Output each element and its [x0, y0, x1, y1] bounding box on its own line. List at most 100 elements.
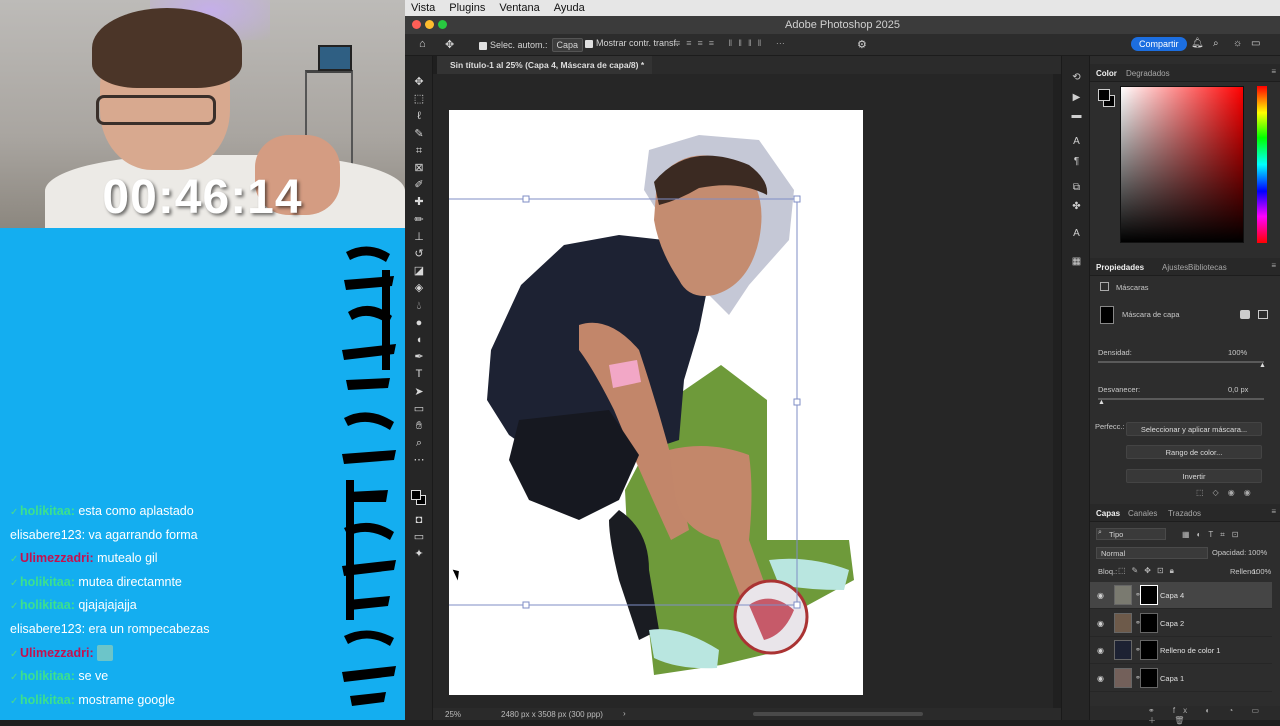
rectangle-tool-icon[interactable]: ▭: [413, 403, 425, 415]
layer-name[interactable]: Capa 2: [1160, 619, 1184, 628]
chat-username[interactable]: holikitaa:: [20, 598, 75, 612]
layer-filter-icons[interactable]: ▦◐T⌗⊡: [1182, 530, 1272, 540]
tab-channels[interactable]: Canales: [1128, 509, 1157, 518]
layer-row[interactable]: ◉ ⚭ Capa 4: [1090, 582, 1272, 609]
layer-name[interactable]: Capa 4: [1160, 591, 1184, 600]
show-transform-checkbox[interactable]: [585, 39, 593, 48]
canvas-scrollbar-horizontal[interactable]: [753, 712, 923, 716]
history-brush-tool-icon[interactable]: ↺: [413, 248, 425, 260]
screen-mode-icon[interactable]: ▭: [413, 531, 425, 543]
chat-username[interactable]: Ulimezzadri:: [20, 551, 94, 565]
tab-properties[interactable]: Propiedades: [1096, 263, 1144, 272]
healing-brush-tool-icon[interactable]: ✚: [413, 196, 425, 208]
toolbar-foreground-color[interactable]: [411, 490, 421, 500]
crop-tool-icon[interactable]: ⌗: [413, 145, 425, 157]
panel-menu-icon[interactable]: ≡: [1271, 67, 1276, 76]
history-panel-icon[interactable]: ⟲: [1071, 72, 1082, 83]
layer-mask-thumbnail[interactable]: [1140, 585, 1158, 605]
panel-menu-icon[interactable]: ≡: [1271, 507, 1276, 516]
clone-stamp-tool-icon[interactable]: ⊥: [413, 231, 425, 243]
feather-value[interactable]: 0,0 px: [1228, 385, 1248, 394]
tab-gradients[interactable]: Degradados: [1126, 69, 1170, 78]
tab-adjustments[interactable]: Ajustes: [1162, 263, 1188, 272]
layers-bottom-toolbar[interactable]: ⚭ fx ◐ ◔ ▭ ＋ 🗑︎: [1090, 706, 1280, 725]
pen-tool-icon[interactable]: ✒: [413, 351, 425, 363]
chat-username[interactable]: elisabere123:: [10, 528, 85, 542]
dodge-burn-tool-icon[interactable]: ◖: [413, 334, 425, 346]
lasso-tool-icon[interactable]: ℓ: [413, 110, 425, 122]
menu-vista[interactable]: Vista: [405, 0, 443, 14]
hand-tool-icon[interactable]: ✋︎: [413, 420, 425, 432]
color-picker-field[interactable]: [1120, 86, 1244, 243]
workspace-icon[interactable]: ▭: [1251, 38, 1260, 49]
auto-select-dropdown[interactable]: Capa: [551, 38, 584, 52]
comments-panel-icon[interactable]: ▬: [1071, 110, 1082, 121]
share-button[interactable]: Compartir: [1131, 37, 1187, 51]
lightbulb-icon[interactable]: ☼: [1233, 38, 1242, 49]
more-tools-icon[interactable]: ⋯: [413, 454, 425, 466]
fill-value[interactable]: 100%: [1252, 567, 1271, 576]
density-slider[interactable]: [1098, 361, 1264, 363]
home-icon[interactable]: ⌂: [419, 38, 426, 50]
canvas-scrollbar-vertical[interactable]: [1053, 74, 1061, 708]
panel-menu-icon[interactable]: ≡: [1271, 261, 1276, 270]
auto-select-checkbox[interactable]: [479, 41, 487, 50]
invert-button[interactable]: Invertir: [1126, 469, 1262, 483]
tab-color[interactable]: Color: [1096, 69, 1117, 78]
chat-username[interactable]: holikitaa:: [20, 575, 75, 589]
dodge-tool-icon[interactable]: ●: [413, 317, 425, 329]
menu-ayuda[interactable]: Ayuda: [548, 0, 593, 14]
chat-username[interactable]: holikitaa:: [20, 669, 75, 683]
foreground-color-swatch[interactable]: [1098, 89, 1110, 101]
tab-libraries[interactable]: Bibliotecas: [1188, 263, 1227, 272]
feather-slider-thumb[interactable]: ▲: [1098, 399, 1105, 406]
path-select-tool-icon[interactable]: ➤: [413, 386, 425, 398]
density-value[interactable]: 100%: [1228, 348, 1247, 357]
show-transform-control[interactable]: Mostrar contr. transf.: [585, 38, 679, 48]
blur-tool-icon[interactable]: 💧︎: [413, 300, 425, 312]
mask-action-icons[interactable]: ⬚◇◉◉: [1196, 488, 1276, 498]
paragraph-panel-icon[interactable]: ¶: [1071, 156, 1082, 167]
brush-settings-panel-icon[interactable]: ✤: [1071, 201, 1082, 212]
move-tool-icon[interactable]: ✥: [413, 76, 425, 88]
color-range-button[interactable]: Rango de color...: [1126, 445, 1262, 459]
brush-tool-icon[interactable]: ✏: [413, 214, 425, 226]
canvas-area[interactable]: [433, 74, 1061, 708]
bell-icon[interactable]: 🔔︎: [1191, 38, 1204, 49]
grid-panel-icon[interactable]: ▦: [1071, 256, 1082, 267]
glyphs-panel-icon[interactable]: A: [1071, 228, 1082, 239]
marquee-tool-icon[interactable]: ⬚: [413, 93, 425, 105]
pixel-mask-button[interactable]: [1240, 310, 1250, 319]
tab-layers[interactable]: Capas: [1096, 509, 1120, 518]
layer-name[interactable]: Relleno de color 1: [1160, 646, 1220, 655]
zoom-tool-icon[interactable]: ⌕: [413, 437, 425, 449]
quick-mask-icon[interactable]: ◘: [413, 514, 425, 526]
eraser-tool-icon[interactable]: ◪: [413, 265, 425, 277]
density-slider-thumb[interactable]: ▲: [1259, 362, 1266, 369]
menu-plugins[interactable]: Plugins: [443, 0, 493, 14]
gear-icon[interactable]: ⚙: [857, 38, 867, 51]
layer-name[interactable]: Capa 1: [1160, 674, 1184, 683]
menu-ventana[interactable]: Ventana: [493, 0, 547, 14]
character-panel-icon[interactable]: A: [1071, 136, 1082, 147]
eye-icon[interactable]: ◉: [1097, 646, 1106, 655]
layer-mask-thumbnail[interactable]: [1140, 640, 1158, 660]
paint-bucket-tool-icon[interactable]: ◈: [413, 282, 425, 294]
vector-mask-button[interactable]: [1258, 310, 1268, 319]
actions-panel-icon[interactable]: ▶: [1071, 92, 1082, 103]
eye-icon[interactable]: ◉: [1097, 591, 1106, 600]
chat-username[interactable]: Ulimezzadri:: [20, 646, 94, 660]
layer-mask-thumbnail[interactable]: [1140, 667, 1158, 688]
frame-tool-icon[interactable]: ⊠: [413, 162, 425, 174]
lock-icons[interactable]: ⬚✎✥⊡🔒︎: [1118, 566, 1180, 576]
eye-icon[interactable]: ◉: [1097, 619, 1106, 628]
align-icons[interactable]: ≡≡≡≡ ‖‖‖‖ ⋯: [675, 38, 791, 49]
eye-icon[interactable]: ◉: [1097, 674, 1106, 683]
auto-select-control[interactable]: Selec. autom.: Capa: [479, 38, 584, 52]
document-tab[interactable]: Sin título-1 al 25% (Capa 4, Máscara de …: [437, 56, 653, 74]
opacity-value[interactable]: 100%: [1248, 548, 1267, 557]
zoom-level[interactable]: 25%: [445, 710, 461, 719]
layer-row[interactable]: ◉ ⚭ Capa 2: [1090, 610, 1272, 637]
quick-select-tool-icon[interactable]: ✎: [413, 128, 425, 140]
move-tool-icon[interactable]: ✥: [445, 38, 454, 51]
